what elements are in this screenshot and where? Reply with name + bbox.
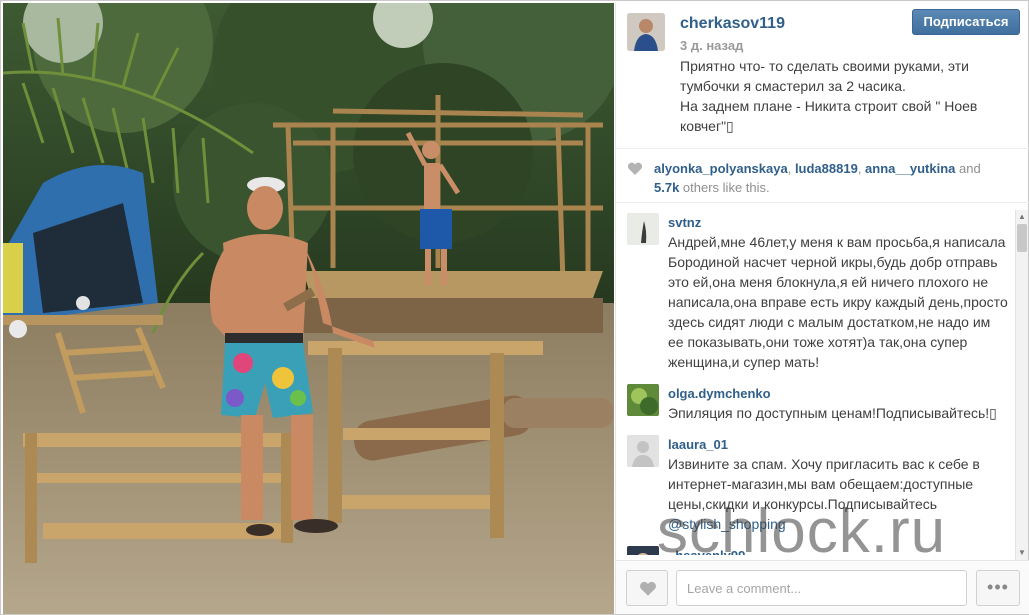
comment-input[interactable]	[676, 570, 967, 606]
liker-username[interactable]: anna__yutkina	[865, 161, 955, 176]
comment-footer: •••	[616, 560, 1029, 614]
scrollbar-thumb[interactable]	[1017, 224, 1027, 252]
caption-line: На заднем плане - Никита строит свой " Н…	[680, 98, 978, 114]
commenter-avatar[interactable]	[627, 435, 659, 467]
beach-construction-photo	[3, 3, 614, 614]
comment-text: Андрей,мне 46лет,у меня к вам просьба,я …	[668, 234, 1008, 370]
commenter-avatar-image	[627, 384, 659, 416]
comment-username[interactable]: olga.dymchenko	[668, 381, 1008, 403]
instagram-post-window: cherkasov119 3 д. назад Подписаться Прия…	[0, 0, 1029, 615]
comment-text: Извините за спам. Хочу пригласить вас к …	[668, 454, 1008, 534]
comment-text: Эпиляция по доступным ценам!Подписывайте…	[668, 405, 997, 421]
comment-text-body: Извините за спам. Хочу пригласить вас к …	[668, 456, 980, 512]
heart-icon	[640, 581, 656, 596]
scroll-down-arrow-icon[interactable]: ▼	[1016, 546, 1028, 560]
scroll-up-arrow-icon[interactable]: ▲	[1016, 210, 1028, 224]
commenter-avatar[interactable]	[627, 546, 659, 555]
comments-list[interactable]: svtnz Андрей,мне 46лет,у меня к вам прос…	[616, 210, 1016, 555]
like-button[interactable]	[626, 570, 668, 606]
heart-icon	[627, 162, 643, 175]
default-avatar-icon	[627, 435, 659, 467]
liker-username[interactable]: alyonka_polyanskaya	[654, 161, 788, 176]
likes-separator: ,	[787, 161, 795, 176]
post-photo[interactable]	[3, 3, 614, 614]
post-details-panel: cherkasov119 3 д. назад Подписаться Прия…	[615, 3, 1029, 614]
more-options-button[interactable]: •••	[976, 570, 1020, 606]
author-avatar-image	[627, 13, 665, 51]
commenter-avatar-image	[627, 546, 659, 555]
post-header: cherkasov119 3 д. назад Подписаться Прия…	[616, 3, 1029, 147]
likes-separator: ,	[857, 161, 866, 176]
author-avatar[interactable]	[627, 13, 665, 51]
comment-username[interactable]: svtnz	[668, 210, 1008, 232]
comment-mention[interactable]: @stylish_shopping	[668, 516, 786, 532]
comment-item: laaura_01 Извините за спам. Хочу приглас…	[616, 432, 1016, 534]
liker-username[interactable]: luda88819	[795, 161, 858, 176]
likes-and-text: and	[955, 161, 981, 176]
likes-summary: alyonka_polyanskaya, luda88819, anna__yu…	[616, 148, 1029, 203]
comments-scrollbar[interactable]: ▲ ▼	[1015, 210, 1028, 560]
commenter-avatar[interactable]	[627, 384, 659, 416]
post-caption: Приятно что- то сделать своими руками, э…	[680, 56, 1010, 136]
comment-item: _heavenly99_	[616, 543, 1016, 555]
commenter-avatar[interactable]	[627, 213, 659, 245]
likes-count[interactable]: 5.7k	[654, 180, 679, 195]
comment-username[interactable]: laaura_01	[668, 432, 1008, 454]
commenter-avatar-image	[627, 213, 659, 245]
post-timestamp[interactable]: 3 д. назад	[680, 38, 743, 53]
comment-item: olga.dymchenko Эпиляция по доступным цен…	[616, 381, 1016, 423]
author-username[interactable]: cherkasov119	[680, 15, 785, 33]
follow-button[interactable]: Подписаться	[912, 9, 1020, 35]
comment-item: svtnz Андрей,мне 46лет,у меня к вам прос…	[616, 210, 1016, 372]
caption-line: тумбочки я смастерил за 2 часика.	[680, 78, 906, 94]
likes-suffix: others like this.	[679, 180, 770, 195]
caption-line: Приятно что- то сделать своими руками, э…	[680, 58, 969, 74]
caption-line: ковчег"▯	[680, 118, 734, 134]
comment-username[interactable]: _heavenly99_	[668, 543, 1008, 555]
